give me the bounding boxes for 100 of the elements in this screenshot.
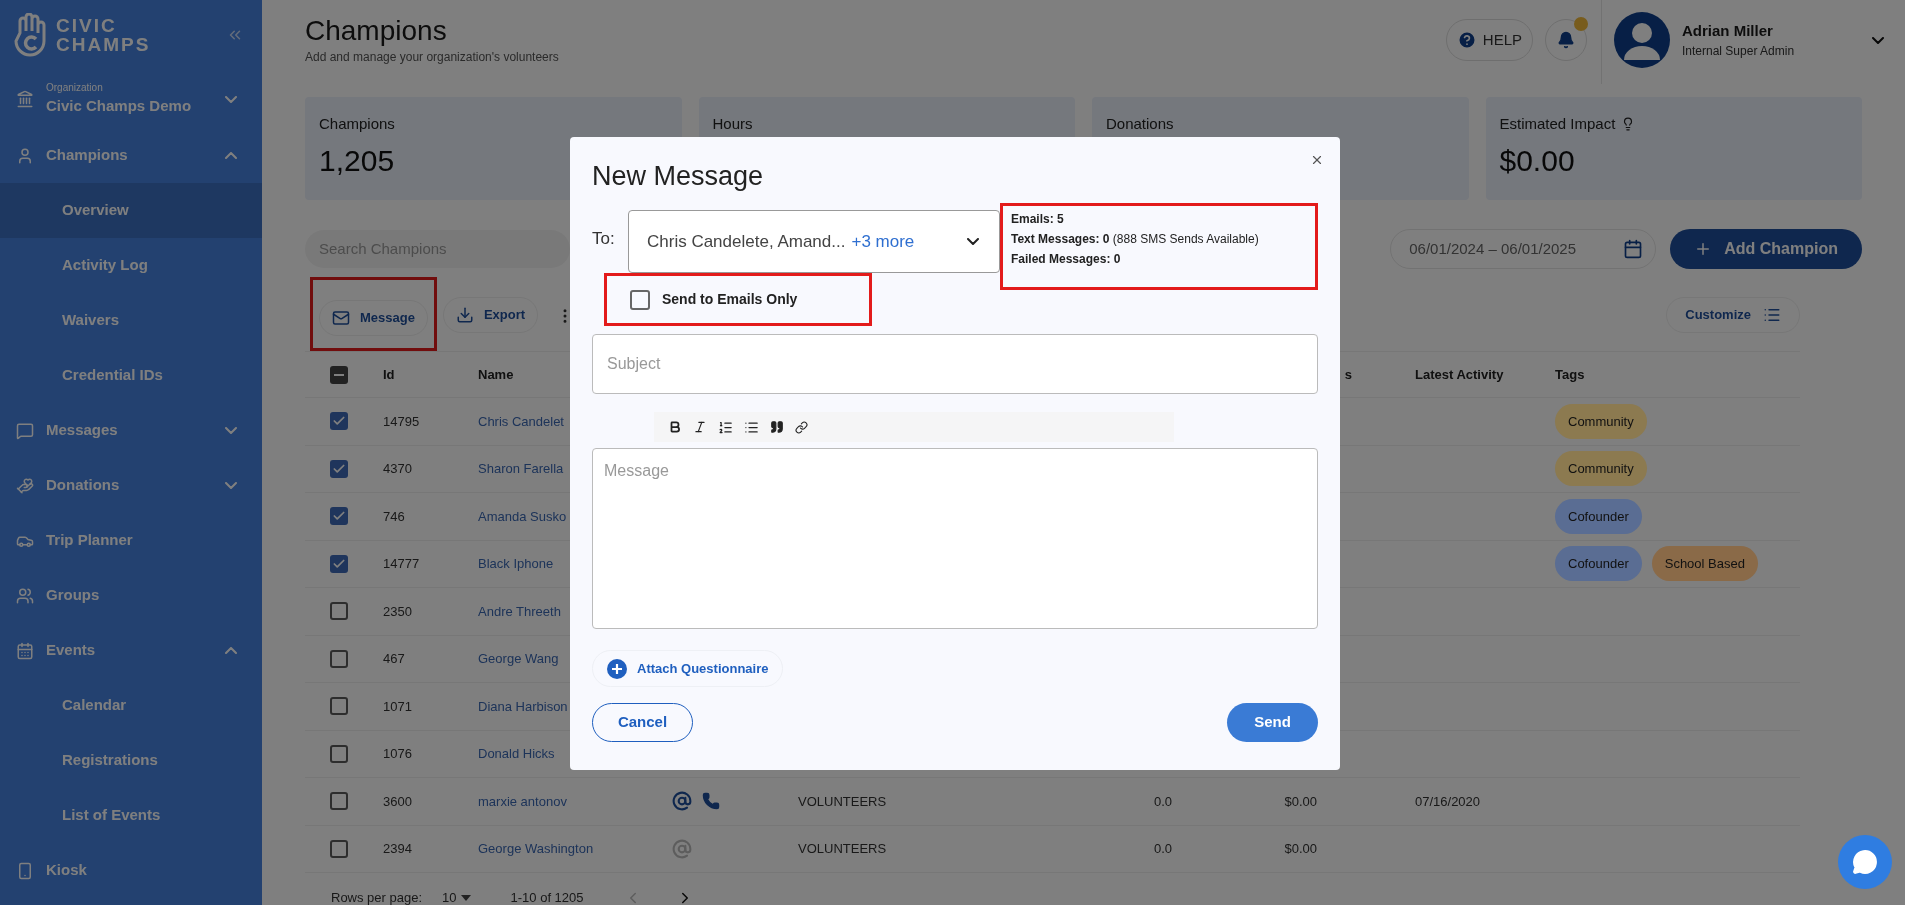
landmark-icon [16,90,34,108]
table-cell-text: 14777 [382,555,421,573]
row-checkbox[interactable] [330,839,348,858]
row-checkbox[interactable] [330,649,348,668]
close-icon[interactable] [1310,153,1324,167]
brand-name: CHAMPS [56,35,151,54]
table-cell-text: 2394 [382,840,413,858]
select-all-checkbox[interactable] [330,365,348,384]
table-cell-text: 2350 [382,602,413,621]
nav-subitem[interactable]: List of Events [0,788,262,843]
nav-subitem[interactable]: Credential IDs [0,348,262,403]
organization-selector[interactable]: Organization Civic Champs Demo [0,70,262,128]
row-checkbox[interactable] [330,507,348,526]
tag: Cofounder [1555,546,1642,582]
row-checkbox[interactable] [330,792,348,811]
table-cell-text: 1071 [382,697,413,716]
chevron-down-icon [225,482,237,489]
nav-subitem[interactable]: Overview [0,183,262,238]
message-count-line: Failed Messages: 0 [1011,251,1122,268]
bullet-list-icon[interactable] [744,419,759,435]
nav-subitem[interactable]: Registrations [0,733,262,788]
caret-icon [460,895,471,901]
list-icon [1763,306,1781,324]
organization-name: Civic Champs Demo [46,96,192,117]
table-cell-text: 1076 [382,745,413,763]
stat-label: Donations [1106,114,1174,134]
nav-subitem[interactable]: Calendar [0,678,262,733]
stat-label: Estimated Impact [1499,114,1616,134]
column-header[interactable]: Latest Activity [1402,364,1555,385]
champion-name-link[interactable]: Andre Threeth [478,603,561,619]
table-cell-text: 746 [382,507,406,526]
column-header[interactable]: Id [370,364,478,385]
table-cell-text: 0.0 [1153,840,1172,858]
mail-icon [332,309,350,327]
nav-subitem[interactable]: Activity Log [0,238,262,293]
row-checkbox[interactable] [330,554,348,573]
chevron-down-icon [225,427,237,434]
row-checkbox[interactable] [330,412,348,431]
emails-only-checkbox[interactable] [630,289,650,310]
numbered-list-icon[interactable] [718,419,733,435]
nav-item[interactable]: Kiosk [0,843,262,898]
page-title: Champions [305,14,448,48]
nav-icon [16,641,34,660]
chevron-up-icon [225,647,237,654]
chat-icon [1852,849,1878,875]
chevron-down-icon [225,95,237,103]
row-checkbox[interactable] [330,697,348,716]
message-count-line: Emails: 5 [1011,211,1065,228]
champion-name-link[interactable]: George Washington [478,841,594,856]
champion-name-link[interactable]: Donald Hicks [478,746,555,761]
hand-logo-icon [14,13,48,57]
nav-icon [16,476,34,495]
chevron-down-icon [967,238,979,245]
message-count-line: Text Messages: 0 (888 SMS Sends Available) [1011,231,1260,248]
help-icon [1456,30,1477,50]
calendar-icon [1623,239,1644,259]
champion-name-link[interactable]: Black Iphone [478,556,554,571]
rows-per-page-select[interactable]: 10 [442,888,471,905]
bold-icon[interactable] [668,420,682,434]
bell-icon [1557,31,1575,49]
tag: Community [1555,403,1647,439]
link-icon[interactable] [795,420,808,434]
champion-name-link[interactable]: marxie antonov [478,793,567,809]
subject-field[interactable]: Subject [592,334,1318,394]
champion-name-link[interactable]: Amanda Susko [478,508,567,524]
italic-icon[interactable] [693,420,707,434]
column-header[interactable]: s [1344,364,1352,385]
nav-item[interactable]: Trip Planner [0,513,262,568]
table-cell-text: 0.0 [1153,792,1172,811]
nav-item[interactable]: Champions [0,128,262,183]
rows-per-page-label: Rows per page: [331,889,423,905]
table-cell: 07/16/2020 [1415,793,1481,809]
champion-name-link[interactable]: Diana Harbison [478,698,568,714]
message-field[interactable]: Message [592,448,1318,629]
stat-value: 1,205 [319,142,395,179]
champion-name-link[interactable]: George Wang [478,651,559,666]
row-checkbox[interactable] [330,744,348,763]
stat-value: $0.00 [1499,142,1575,179]
brand-name: CIVIC [56,16,118,35]
champion-name-link[interactable]: Chris Candelet [478,413,564,429]
add-champion-button[interactable]: Add Champion [1670,229,1862,269]
user-menu[interactable]: Adrian Miller Internal Super Admin [1614,12,1884,68]
table-cell-text: 467 [382,650,406,668]
nav-item[interactable]: Donations [0,458,262,513]
quote-icon[interactable] [770,420,784,434]
column-header[interactable]: Tags [1555,364,1792,385]
nav-icon [16,586,34,605]
nav-item[interactable]: Events [0,623,262,678]
nav-subitem[interactable]: Waivers [0,293,262,348]
send-button[interactable]: Send [1227,703,1318,742]
nav-icon [16,421,34,440]
champion-name-link[interactable]: Sharon Farella [478,461,564,476]
row-checkbox[interactable] [330,602,348,621]
row-checkbox[interactable] [330,459,348,478]
recipients-select[interactable]: Chris Candelete, Amand... +3 more [628,210,1000,273]
nav-item[interactable]: Messages [0,403,262,458]
nav-item[interactable]: Groups [0,568,262,623]
table-cell-text: 14795 [382,412,421,431]
chevron-up-icon [225,152,237,159]
organization-label: Organization [46,81,104,96]
